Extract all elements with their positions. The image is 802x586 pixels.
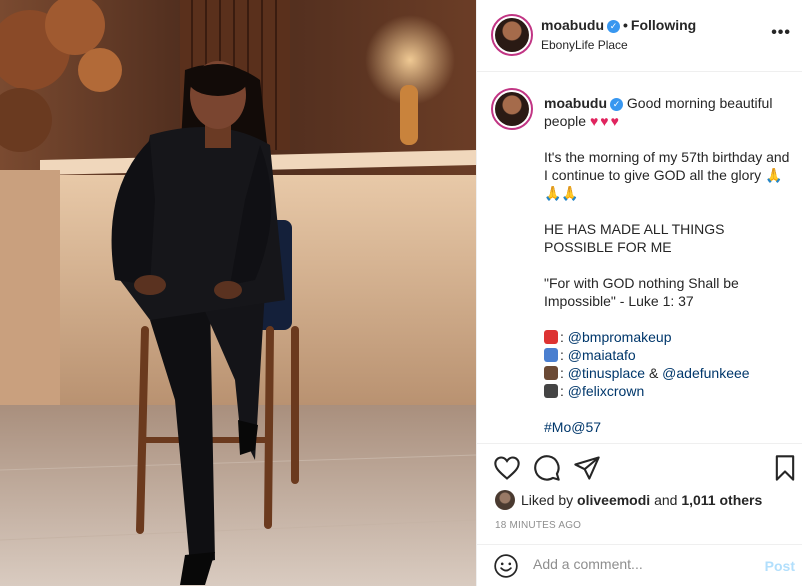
caption-text: moabudu ✓ Good morning beautiful people ♥… — [544, 94, 792, 443]
post-header: moabudu ✓ • Following EbonyLife Place ••• — [477, 0, 802, 72]
caption-paragraph: HE HAS MADE ALL THINGS POSSIBLE FOR ME — [544, 221, 725, 255]
action-bar — [477, 444, 802, 494]
comment-bar: Post — [477, 544, 802, 586]
hairdresser-icon — [544, 366, 558, 380]
mention-link[interactable]: @felixcrown — [568, 383, 644, 399]
mention-link[interactable]: @bmpromakeup — [568, 329, 672, 345]
header-username-row: moabudu ✓ • Following — [541, 17, 696, 33]
credit-row: : @felixcrown — [544, 383, 644, 399]
mention-link[interactable]: @adefunkeee — [662, 365, 749, 381]
header-username[interactable]: moabudu — [541, 17, 604, 33]
caption-paragraph: It's the morning of my 57th birthday and… — [544, 148, 792, 202]
liker-username[interactable]: oliveemodi — [577, 492, 650, 508]
verified-badge-icon: ✓ — [610, 98, 623, 111]
location-link[interactable]: EbonyLife Place — [541, 38, 628, 52]
credit-row: : @bmpromakeup — [544, 329, 671, 345]
mention-link[interactable]: @maiatafo — [568, 347, 636, 363]
more-options-icon[interactable]: ••• — [771, 25, 791, 41]
caption-username[interactable]: moabudu — [544, 95, 607, 111]
comment-input[interactable] — [533, 556, 753, 572]
following-button[interactable]: Following — [631, 17, 696, 33]
photo-scene — [0, 0, 476, 586]
likes-summary: Liked by oliveemodi and 1,011 others — [495, 490, 762, 510]
hashtag-link[interactable]: #Mo@57 — [544, 419, 601, 435]
post-detail-pane: moabudu ✓ • Following EbonyLife Place ••• m… — [476, 0, 802, 586]
camera-icon — [544, 384, 558, 398]
caption-paragraph: "For with GOD nothing Shall be Impossibl… — [544, 275, 739, 309]
likes-and: and — [654, 492, 678, 508]
post-photo[interactable] — [0, 0, 476, 586]
share-icon[interactable] — [573, 454, 601, 482]
post-timestamp[interactable]: 18 MINUTES AGO — [495, 520, 581, 531]
bookmark-icon[interactable] — [771, 454, 799, 482]
mention-link[interactable]: @tinusplace — [568, 365, 645, 381]
caption-area: moabudu ✓ Good morning beautiful people ♥… — [477, 72, 802, 444]
dress-icon — [544, 348, 558, 362]
hashtag-row: #Mo@57 — [544, 418, 792, 436]
credit-joiner: & — [648, 365, 659, 381]
verified-badge-icon: ✓ — [607, 20, 620, 33]
post-comment-button[interactable]: Post — [765, 558, 795, 574]
avatar[interactable] — [491, 14, 533, 56]
caption-birthday-text: It's the morning of my 57th birthday and… — [544, 149, 790, 183]
likes-count-link[interactable]: 1,011 others — [681, 492, 762, 508]
caption-first-line: moabudu ✓ Good morning beautiful people ♥… — [544, 94, 792, 130]
credit-row: : @maiatafo — [544, 347, 636, 363]
comment-icon[interactable] — [533, 454, 561, 482]
caption-avatar[interactable] — [491, 88, 533, 130]
credit-row: : @tinusplace & @adefunkeee — [544, 365, 750, 381]
lipstick-icon — [544, 330, 558, 344]
liker-avatar[interactable] — [495, 490, 515, 510]
hearts-emoji: ♥♥♥ — [589, 113, 621, 129]
heart-icon[interactable] — [493, 454, 521, 482]
credits-list: : @bmpromakeup : @maiatafo : @tinusplace… — [544, 328, 792, 400]
separator-dot: • — [623, 17, 628, 33]
likes-prefix: Liked by — [521, 492, 574, 508]
smile-icon[interactable] — [493, 553, 519, 579]
